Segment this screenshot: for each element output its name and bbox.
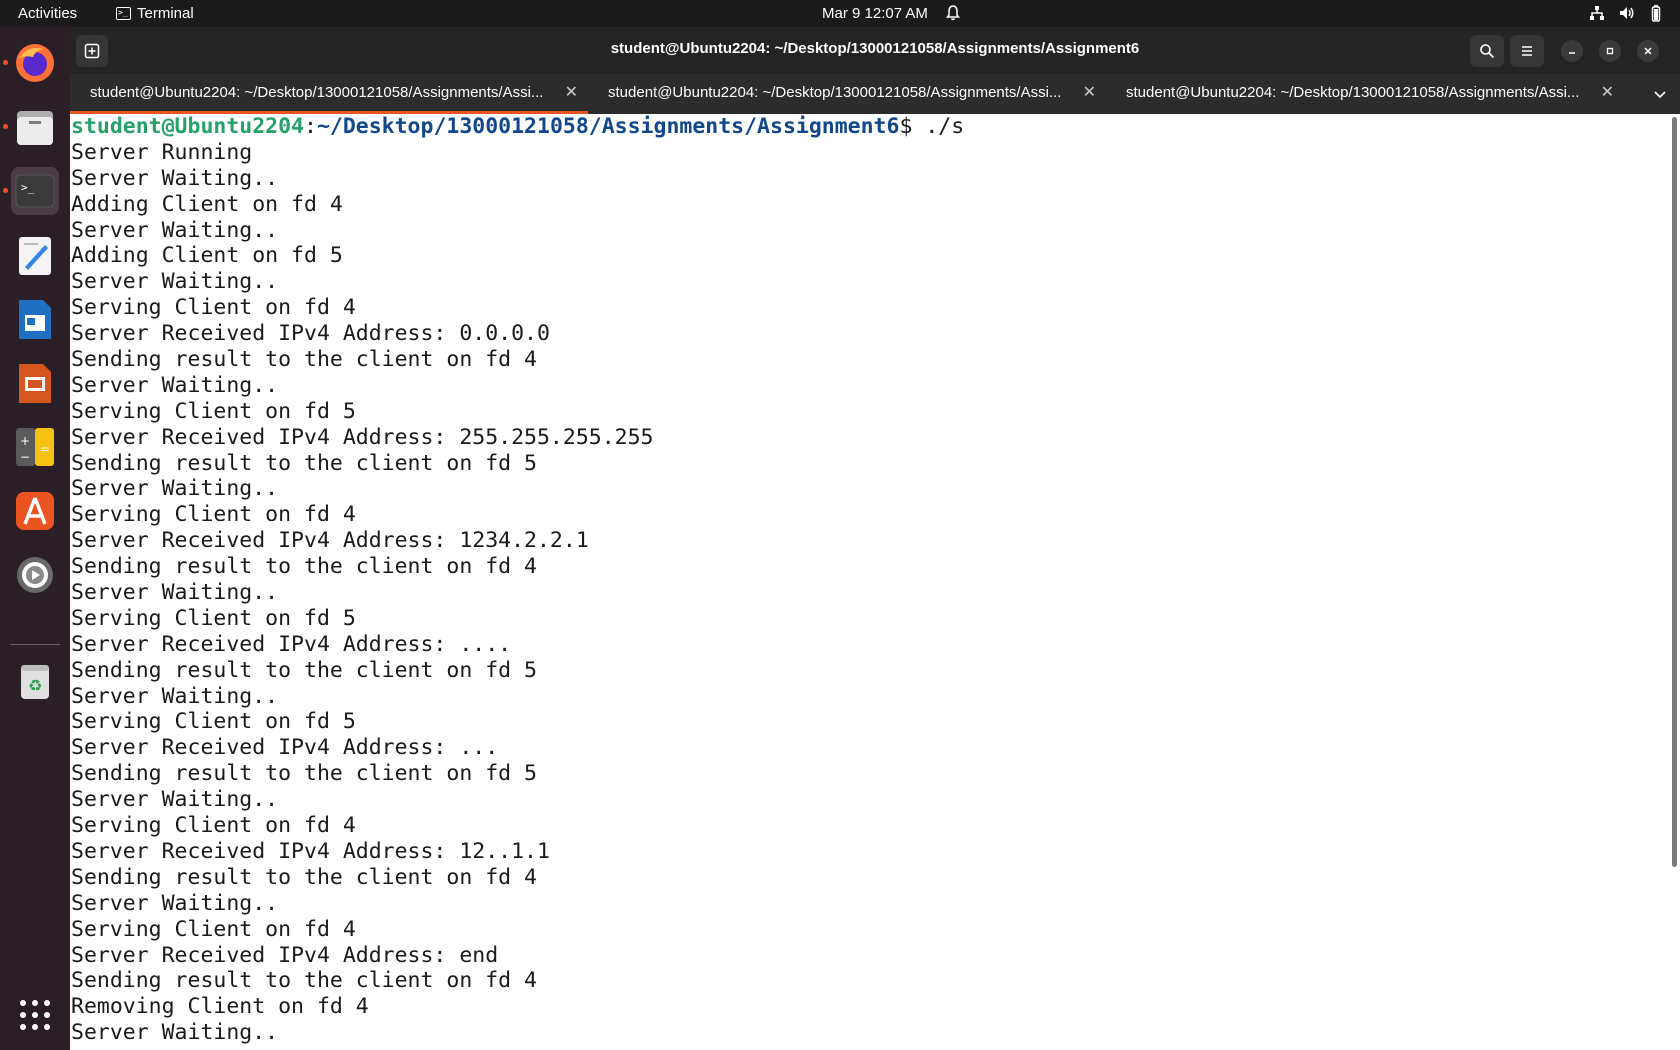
network-icon [1588,4,1606,22]
output-line: Server Waiting.. [71,217,279,243]
svg-text:=: = [40,442,50,456]
tab-label: student@Ubuntu2204: ~/Desktop/1300012105… [90,84,544,101]
search-button[interactable] [1470,35,1504,67]
output-line: Server Waiting.. [71,683,279,709]
settings-icon[interactable] [11,551,59,599]
calculator-icon[interactable]: + − = [11,423,59,471]
output-line: Serving Client on fd 5 [71,709,356,735]
tab-list-chevron-down-icon[interactable] [1650,84,1670,104]
running-indicator [3,60,8,65]
output-line: Sending result to the client on fd 5 [71,657,537,683]
output-line: Serving Client on fd 4 [71,813,356,839]
app-name: Terminal [137,5,194,22]
firefox-icon[interactable] [11,39,59,87]
output-line: Server Waiting.. [71,269,279,295]
output-line: Adding Client on fd 4 [71,191,343,217]
prompt-path: ~/Desktop/13000121058/Assignments/Assign… [316,114,900,139]
search-icon [1480,44,1495,59]
tab-label: student@Ubuntu2204: ~/Desktop/1300012105… [608,84,1062,101]
output-line: Server Waiting.. [71,372,279,398]
output-line: Serving Client on fd 5 [71,605,356,631]
header-bar: student@Ubuntu2204: ~/Desktop/1300012105… [70,27,1680,74]
output-line: Serving Client on fd 4 [71,295,356,321]
prompt-user: student@Ubuntu2204 [71,114,304,139]
prompt-command: $ ./s [899,114,965,139]
running-indicator [3,188,8,193]
writer-icon[interactable] [11,295,59,343]
output-line: Sending result to the client on fd 4 [71,968,537,994]
output-line: Server Received IPv4 Address: .... [71,631,512,657]
tab-close-icon[interactable]: ✕ [1601,82,1614,102]
trash-icon[interactable]: ♻ [11,657,59,705]
tab-close-icon[interactable]: ✕ [1083,82,1096,102]
bell-icon[interactable] [944,4,962,22]
output-line: Server Waiting.. [71,165,279,191]
minimize-button[interactable] [1561,40,1583,62]
output-line: Sending result to the client on fd 4 [71,864,537,890]
restore-icon [1606,47,1614,55]
terminal-output[interactable]: student@Ubuntu2204:~/Desktop/13000121058… [70,114,1670,1050]
output-line: Adding Client on fd 5 [71,243,343,269]
output-line: Server Received IPv4 Address: end [71,942,499,968]
output-line: Server Received IPv4 Address: 1234.2.2.1 [71,528,589,554]
tab-3[interactable]: student@Ubuntu2204: ~/Desktop/1300012105… [1106,74,1624,114]
minimize-icon [1569,52,1575,54]
activities-button[interactable]: Activities [18,5,77,22]
output-line: Server Waiting.. [71,787,279,813]
terminal-window: student@Ubuntu2204: ~/Desktop/1300012105… [70,27,1680,1050]
volume-icon [1618,4,1636,22]
hamburger-icon [1522,46,1532,56]
terminal-app-icon[interactable]: >_ [11,167,59,215]
terminal-icon: >_ [116,7,131,20]
output-line: Serving Client on fd 4 [71,916,356,942]
svg-text:−: − [20,450,30,464]
output-line: Sending result to the client on fd 4 [71,347,537,373]
output-line: Server Received IPv4 Address: 0.0.0.0 [71,321,550,347]
impress-icon[interactable] [11,359,59,407]
scrollbar[interactable] [1672,117,1677,867]
close-button[interactable] [1637,40,1659,62]
output-line: Sending result to the client on fd 5 [71,761,537,787]
dock: >_ + − = ♻ [0,27,70,1050]
dock-separator [10,644,60,645]
tab-1[interactable]: student@Ubuntu2204: ~/Desktop/1300012105… [70,74,588,114]
output-line: Server Received IPv4 Address: 255.255.25… [71,424,654,450]
prompt-separator: : [304,114,317,139]
text-editor-icon[interactable] [11,231,59,279]
svg-text:♻: ♻ [28,676,42,695]
app-center-icon[interactable] [11,487,59,535]
clock[interactable]: Mar 9 12:07 AM [822,5,928,22]
output-line: Server Received IPv4 Address: 12..1.1 [71,838,550,864]
running-indicator [3,124,8,129]
output-lines: Server Running Server Waiting.. Adding Cli… [71,140,1670,1046]
output-line: Server Received IPv4 Address: ... [71,735,499,761]
app-menu[interactable]: >_ Terminal [116,5,194,22]
output-line: Sending result to the client on fd 4 [71,554,537,580]
tab-close-icon[interactable]: ✕ [565,82,578,102]
window-title: student@Ubuntu2204: ~/Desktop/1300012105… [610,40,1140,57]
output-line: Server Waiting.. [71,1020,279,1046]
tab-2[interactable]: student@Ubuntu2204: ~/Desktop/1300012105… [588,74,1106,114]
battery-icon [1648,4,1666,22]
output-line: Sending result to the client on fd 5 [71,450,537,476]
svg-text:>_: >_ [21,181,35,194]
close-icon [1644,47,1652,55]
output-line: Serving Client on fd 5 [71,398,356,424]
tab-bar: student@Ubuntu2204: ~/Desktop/1300012105… [70,74,1680,114]
tab-label: student@Ubuntu2204: ~/Desktop/1300012105… [1126,84,1580,101]
prompt-line: student@Ubuntu2204:~/Desktop/13000121058… [71,114,1670,140]
svg-text:+: + [20,434,30,448]
output-line: Server Waiting.. [71,476,279,502]
output-line: Server Waiting.. [71,890,279,916]
system-tray[interactable] [1588,4,1666,22]
maximize-button[interactable] [1599,40,1621,62]
menu-button[interactable] [1510,35,1544,67]
output-line: Removing Client on fd 4 [71,994,369,1020]
top-bar: Activities >_ Terminal Mar 9 12:07 AM [0,0,1680,27]
files-icon[interactable] [11,103,59,151]
show-apps-icon[interactable] [11,991,59,1039]
output-line: Server Waiting.. [71,580,279,606]
output-line: Serving Client on fd 4 [71,502,356,528]
output-line: Server Running [71,139,253,165]
